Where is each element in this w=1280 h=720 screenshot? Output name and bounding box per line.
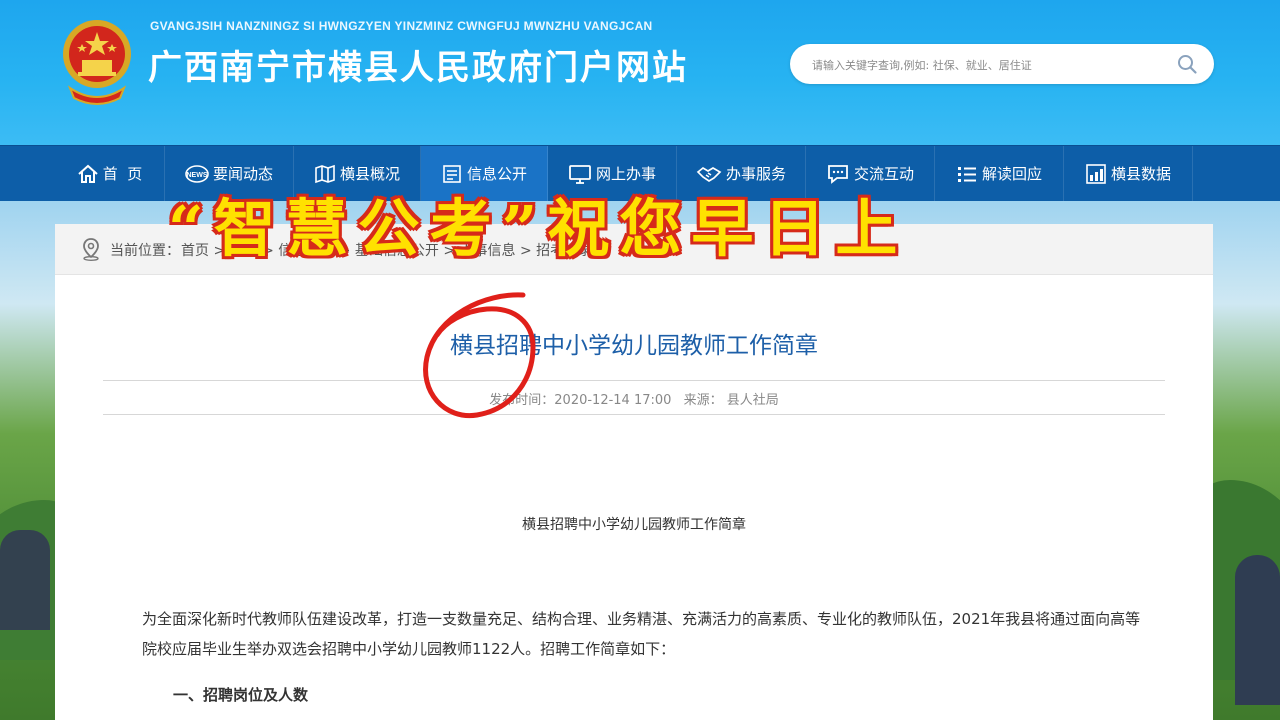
article-meta: 发布时间：2020-12-14 17:00 来源： 县人社局	[55, 389, 1213, 408]
site-title[interactable]: 广西南宁市横县人民政府门户网站	[148, 40, 688, 89]
tea-picker-right-image	[1235, 555, 1280, 705]
article-title: 横县招聘中小学幼儿园教师工作简章	[450, 333, 818, 359]
content-card: 当前位置： 首页 > 公开 > 信息公开 > 基础信息公开 > 人事信息 > 招…	[55, 224, 1213, 720]
location-pin-icon	[83, 238, 99, 261]
nav-item-label: 解读回应	[981, 165, 1042, 183]
red-circle-annotation	[423, 292, 536, 419]
search-box	[790, 44, 1214, 84]
nav-item-data[interactable]: 横县数据	[1064, 146, 1193, 201]
search-input[interactable]	[810, 52, 1154, 78]
divider	[103, 380, 1165, 381]
nav-item-interpretation[interactable]: 解读回应	[935, 146, 1064, 201]
search-icon[interactable]	[1176, 53, 1198, 75]
list-icon	[957, 166, 976, 182]
nav-item-label: 首 页	[102, 165, 143, 183]
video-caption-overlay: “智慧公考”祝您早日上	[168, 192, 908, 265]
article-source: 来源： 县人社局	[683, 393, 779, 408]
nav-item-home[interactable]: 首 页	[55, 146, 165, 201]
home-icon	[78, 164, 98, 183]
site-subtitle: GVANGJSIH NANZNINGZ SI HWNGZYEN YINZMINZ…	[150, 19, 653, 33]
divider	[103, 414, 1165, 415]
bar-chart-icon	[1086, 163, 1106, 184]
site-header: GVANGJSIH NANZNINGZ SI HWNGZYEN YINZMINZ…	[0, 0, 1280, 145]
national-emblem-icon[interactable]	[60, 14, 134, 106]
nav-item-label: 横县数据	[1110, 165, 1171, 183]
article-paragraph: 为全面深化新时代教师队伍建设改革，打造一支数量充足、结构合理、业务精湛、充满活力…	[142, 610, 1141, 658]
tea-picker-left-image	[0, 530, 50, 630]
section-heading: 一、招聘岗位及人数	[173, 686, 309, 704]
article-subtitle: 横县招聘中小学幼儿园教师工作简章	[522, 517, 746, 533]
